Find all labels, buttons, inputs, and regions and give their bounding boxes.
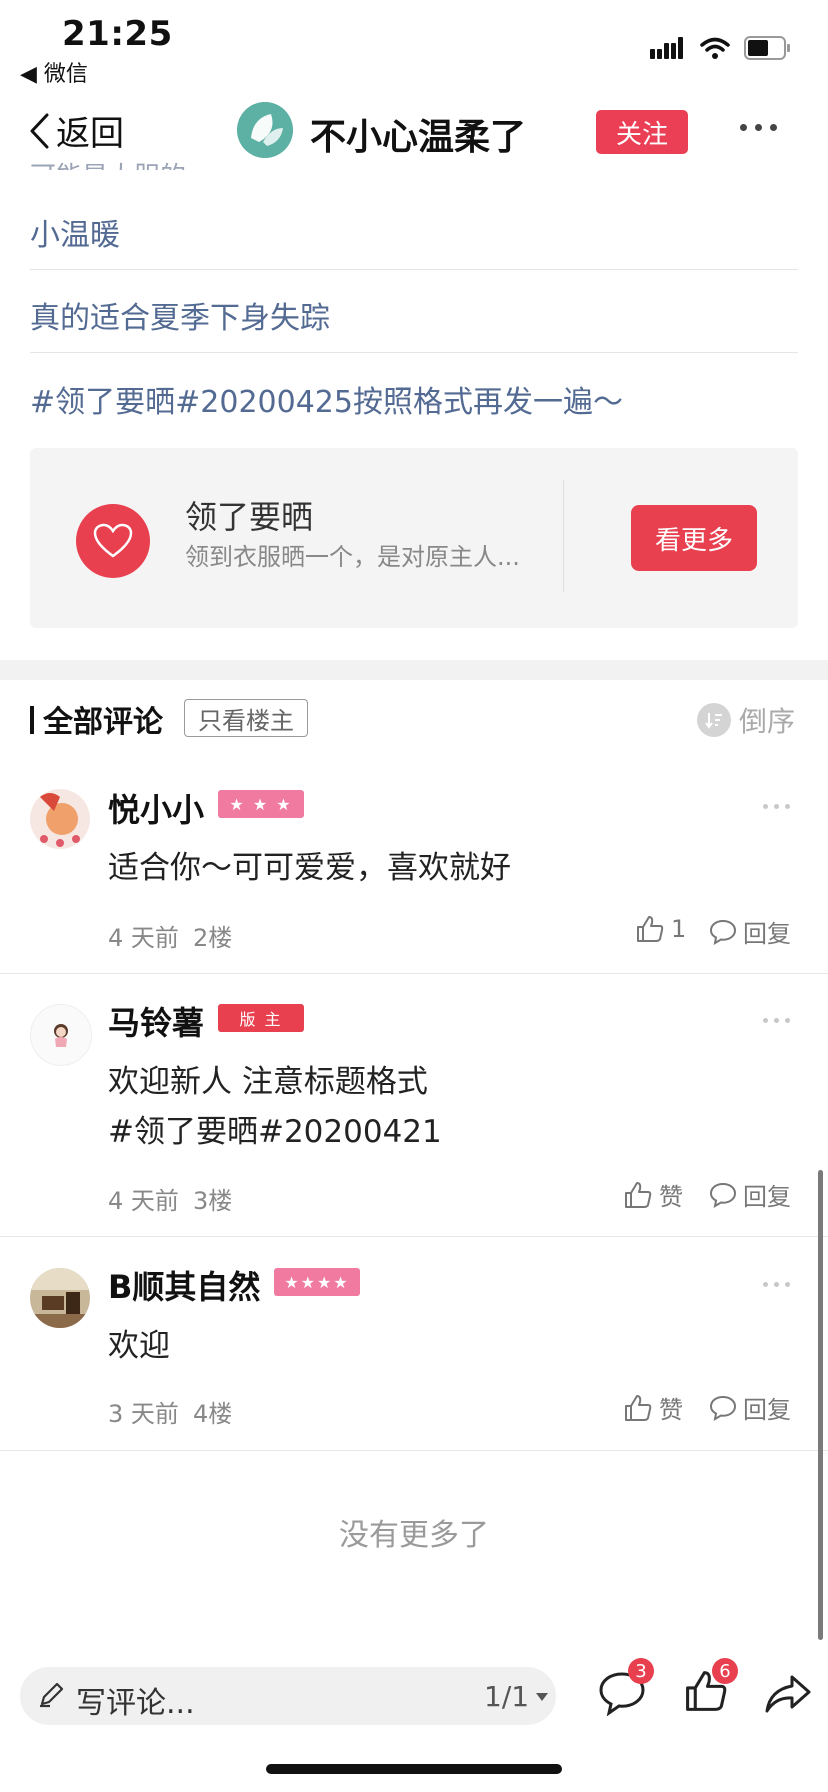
- heart-icon: [93, 523, 133, 558]
- comment-floor: 4楼: [193, 1400, 233, 1428]
- partial-text: 可能是大胆的: [30, 156, 190, 170]
- like-count-badge: 6: [712, 1658, 738, 1684]
- signal-icon: [650, 37, 683, 59]
- divider: [30, 352, 798, 353]
- comment-more-icon[interactable]: [763, 1282, 790, 1287]
- level-badge: ★ ★ ★: [218, 790, 304, 818]
- comment-more-icon[interactable]: [763, 804, 790, 809]
- commenter-name[interactable]: 悦小小: [108, 785, 204, 831]
- sort-icon: [697, 703, 731, 737]
- comment-time: 3 天前: [108, 1400, 179, 1428]
- pencil-icon: [40, 1682, 64, 1708]
- divider: [563, 480, 564, 592]
- thumbs-up-icon: [625, 1181, 652, 1208]
- leaf-icon: [237, 102, 293, 158]
- back-to-wechat[interactable]: ◀ 微信: [20, 56, 88, 88]
- divider: [0, 1236, 828, 1237]
- no-more-text: 没有更多了: [339, 1518, 489, 1553]
- comment-text: 欢迎: [108, 1328, 170, 1364]
- divider: [0, 1450, 828, 1451]
- status-time: 21:25: [62, 14, 173, 54]
- back-label: 返回: [56, 114, 124, 154]
- topic-description: 领到衣服晒一个，是对原主人...: [185, 543, 520, 571]
- thumbs-up-icon: [625, 1394, 652, 1421]
- reply-button[interactable]: 回复: [709, 1177, 791, 1212]
- reply-label: 回复: [743, 1396, 791, 1424]
- reply-label: 回复: [743, 1183, 791, 1211]
- comment-floor: 2楼: [193, 924, 233, 952]
- chevron-left-icon: [30, 113, 49, 148]
- home-indicator[interactable]: [266, 1764, 562, 1774]
- like-button[interactable]: 赞: [623, 1177, 683, 1212]
- comment-placeholder[interactable]: 写评论...: [76, 1678, 195, 1722]
- topic-name: 领了要晒: [185, 498, 314, 536]
- comment-time: 4 天前: [108, 1187, 179, 1215]
- comment-time: 4 天前: [108, 924, 179, 952]
- section-gap: [0, 660, 828, 680]
- moderator-badge: 版 主: [218, 1004, 304, 1032]
- author-name[interactable]: 不小心温柔了: [310, 108, 526, 160]
- level-badge: ★★★★: [274, 1268, 360, 1296]
- avatar[interactable]: [30, 1004, 92, 1066]
- wifi-icon: [700, 37, 730, 59]
- comment-icon: [709, 1182, 737, 1208]
- comment-more-icon[interactable]: [763, 1018, 790, 1023]
- scrollbar[interactable]: [818, 1170, 823, 1640]
- see-more-button[interactable]: 看更多: [631, 505, 757, 571]
- commenter-name[interactable]: B顺其自然: [108, 1262, 260, 1308]
- more-options-icon[interactable]: [740, 124, 777, 131]
- comment-floor: 3楼: [193, 1187, 233, 1215]
- sort-toggle[interactable]: 倒序: [697, 700, 795, 740]
- section-marker: [30, 706, 34, 734]
- divider: [30, 269, 798, 270]
- page-selector[interactable]: 1/1: [484, 1680, 549, 1713]
- battery-icon: [744, 36, 790, 60]
- like-label: 赞: [659, 1183, 683, 1211]
- like-button[interactable]: 赞: [623, 1390, 683, 1425]
- topic-hashtag-link[interactable]: #领了要晒#20200425按照格式再发一遍～: [30, 377, 623, 421]
- comments-title: 全部评论: [43, 705, 163, 740]
- reply-button[interactable]: 回复: [709, 1390, 791, 1425]
- like-label: 赞: [659, 1396, 683, 1424]
- thumbs-up-icon: [637, 916, 664, 942]
- sort-label: 倒序: [739, 705, 796, 738]
- comment-count-badge: 3: [628, 1658, 654, 1684]
- caret-down-icon: [536, 1692, 549, 1701]
- author-avatar[interactable]: [237, 102, 293, 158]
- status-icons: [650, 36, 792, 60]
- comment-text: 欢迎新人 注意标题格式: [108, 1064, 428, 1100]
- page-indicator: 1/1: [484, 1680, 530, 1713]
- commenter-name[interactable]: 马铃薯: [108, 998, 204, 1044]
- back-button[interactable]: 返回: [28, 106, 124, 155]
- like-count: 1: [671, 915, 687, 943]
- share-button[interactable]: [764, 1674, 812, 1714]
- divider: [0, 973, 828, 974]
- avatar[interactable]: [30, 789, 90, 849]
- comment-text-line2: #领了要晒#20200421: [108, 1114, 442, 1150]
- topic-icon: [76, 504, 150, 578]
- follow-button[interactable]: 关注: [596, 110, 688, 154]
- link-item[interactable]: 小温暖: [30, 210, 120, 254]
- avatar[interactable]: [30, 1268, 90, 1328]
- reply-button[interactable]: 回复: [709, 914, 791, 949]
- owner-only-toggle[interactable]: 只看楼主: [184, 699, 308, 737]
- link-item[interactable]: 真的适合夏季下身失踪: [30, 293, 330, 337]
- comment-icon: [709, 1395, 737, 1421]
- reply-label: 回复: [743, 920, 791, 948]
- comment-text: 适合你～可可爱爱，喜欢就好: [108, 850, 511, 886]
- share-arrow-icon: [765, 1675, 811, 1713]
- like-button[interactable]: 1: [635, 914, 686, 944]
- comment-icon: [709, 919, 737, 945]
